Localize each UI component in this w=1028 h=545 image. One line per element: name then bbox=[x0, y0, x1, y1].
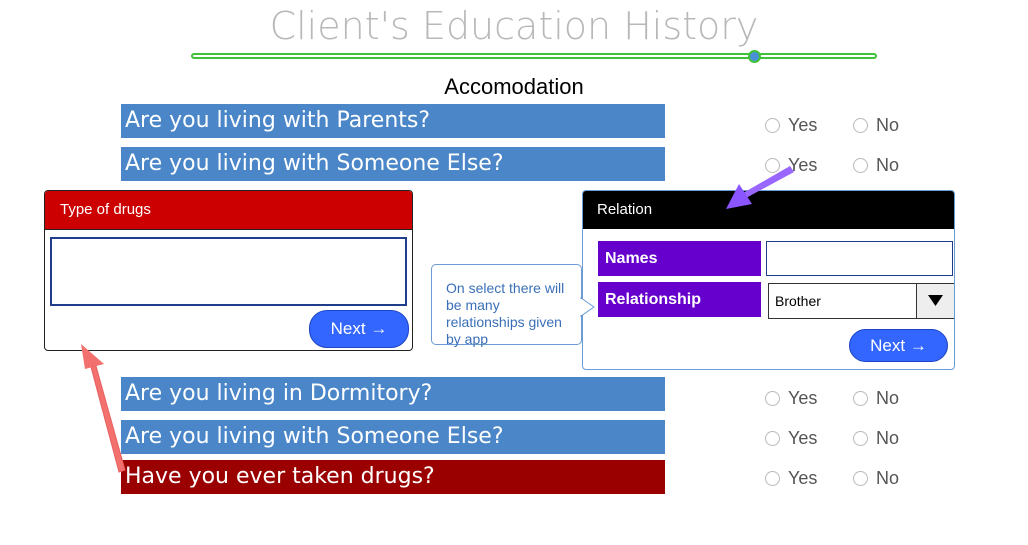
red-arrow-icon bbox=[81, 344, 126, 473]
annotation-arrows bbox=[81, 166, 794, 473]
purple-arrow-icon bbox=[726, 166, 794, 209]
callout-pointer-icon bbox=[580, 297, 595, 317]
